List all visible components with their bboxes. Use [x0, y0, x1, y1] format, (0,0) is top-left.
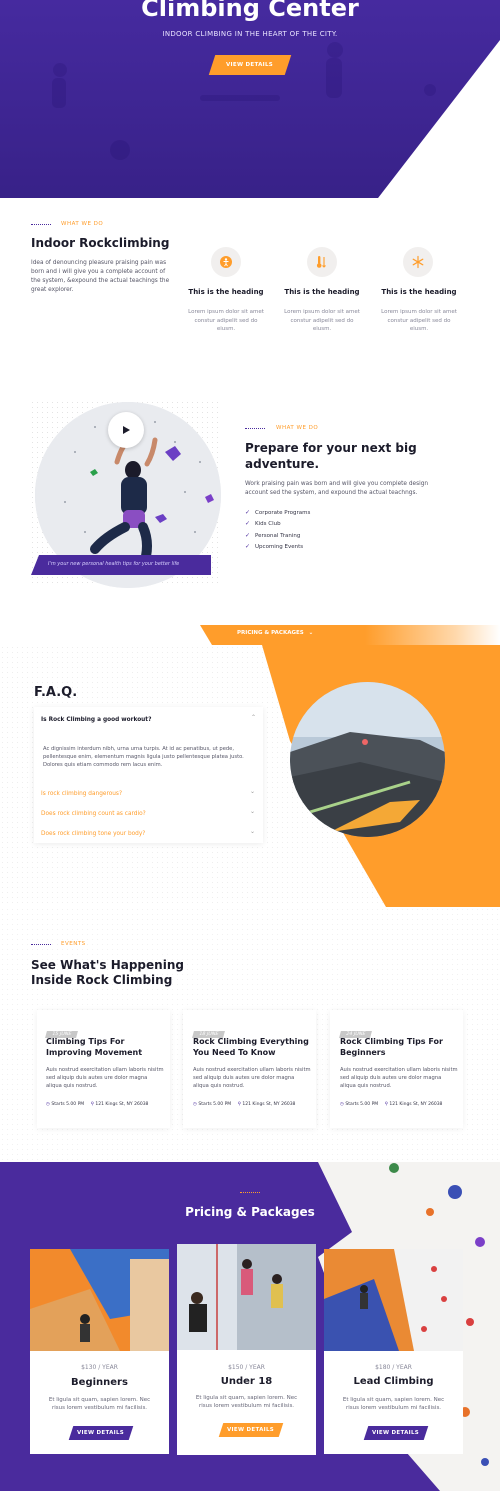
package-name: Under 18 — [220, 1376, 273, 1387]
feature-1-heading: This is the heading — [188, 288, 264, 296]
package-3-view-details-button[interactable]: VIEW DETAILS — [363, 1426, 429, 1440]
feature-1-icon-badge — [211, 247, 241, 277]
check-icon: ✓ — [245, 532, 251, 539]
feature-2-icon-badge — [307, 247, 337, 277]
package-name: Beginners — [71, 1377, 128, 1388]
clock-icon: ◷ — [46, 1102, 50, 1107]
eyebrow-dots — [245, 428, 265, 429]
package-1-photo — [30, 1249, 169, 1351]
faq-accordion — [34, 707, 263, 843]
feature-3-heading: This is the heading — [381, 288, 457, 296]
package-2-view-details-button[interactable]: VIEW DETAILS — [218, 1423, 284, 1437]
hero-subtitle: INDOOR CLIMBING IN THE HEART OF THE CITY… — [162, 30, 338, 38]
faq-question-open[interactable]: Is Rock Climbing a good workout? — [41, 717, 151, 723]
events-title-line2: Inside Rock Climbing — [31, 973, 173, 987]
thermometer-icon — [316, 256, 326, 268]
chevron-down-icon[interactable]: ⌄ — [250, 828, 255, 835]
pricing-title: Pricing & Packages — [185, 1205, 315, 1219]
what-we-do-title: Indoor Rockclimbing — [31, 236, 170, 250]
list-item: ✓ Personal Traning — [245, 532, 301, 539]
package-price: $180 / YEAR — [375, 1364, 412, 1371]
package-price: $130 / YEAR — [81, 1364, 118, 1371]
event-title[interactable]: Climbing Tips For Improving Movement — [46, 1037, 164, 1059]
events-title-line1: See What's Happening — [31, 958, 184, 972]
faq-climbing-photo — [290, 682, 445, 837]
check-icon: ✓ — [245, 520, 251, 527]
feature-3-icon-badge — [403, 247, 433, 277]
hero-button-label: VIEW DETAILS — [226, 62, 274, 68]
package-name: Lead Climbing — [353, 1376, 434, 1387]
feature-3-text: Lorem ipsum dolor sit amet constur adipe… — [381, 309, 457, 333]
adventure-eyebrow: WHAT WE DO — [276, 425, 319, 431]
snowflake-icon — [412, 255, 424, 269]
climbing-gym-image — [30, 1249, 169, 1351]
lead-climbing-image — [324, 1249, 463, 1351]
what-we-do-body: Idea of denouncing pleasure praising pai… — [31, 260, 170, 293]
eyebrow-dots — [31, 224, 51, 225]
check-icon: ✓ — [245, 509, 251, 516]
faq-title: F.A.Q. — [34, 685, 78, 700]
what-we-do-eyebrow: WHAT WE DO — [61, 221, 104, 227]
feature-1-text: Lorem ipsum dolor sit amet constur adipe… — [188, 309, 264, 333]
adventure-title: Prepare for your next big adventure. — [245, 441, 417, 472]
event-text: Auis nostrud exercitation ullam laboris … — [340, 1067, 458, 1090]
event-meta: ◷ Starts 5.00 PM ⚲ 121 Kings St, NY 2603… — [193, 1102, 296, 1107]
kids-climbing-image — [177, 1244, 316, 1350]
package-2-photo — [177, 1244, 316, 1350]
package-desc: Et ligula sit quam, sapien lorem. Nec ri… — [342, 1397, 445, 1412]
rock-climbing-image — [290, 682, 445, 837]
location-pin-icon: ⚲ — [90, 1102, 94, 1107]
faq-answer: Ac dignissim interdum nibh, urna urna tu… — [43, 746, 244, 769]
chevron-down-icon[interactable]: ⌄ — [250, 808, 255, 815]
video-play-button[interactable] — [108, 412, 144, 448]
hero-section: Climbing Center INDOOR CLIMBING IN THE H… — [0, 0, 500, 198]
hero-view-details-button[interactable]: VIEW DETAILS — [208, 55, 292, 75]
eyebrow-dots — [31, 944, 51, 945]
events-eyebrow: EVENTS — [61, 941, 86, 947]
pricing-tab-label: PRICING & PACKAGES ⌄ — [237, 630, 314, 636]
clock-icon: ◷ — [193, 1102, 197, 1107]
hero-title: Climbing Center — [141, 0, 359, 22]
event-title[interactable]: Rock Climbing Everything You Need To Kno… — [193, 1037, 311, 1059]
list-item: ✓ Corporate Programs — [245, 509, 311, 516]
chevron-down-icon: ⌄ — [308, 630, 314, 636]
package-desc: Et ligula sit quam, sapien lorem. Nec ri… — [195, 1395, 298, 1410]
event-text: Auis nostrud exercitation ullam laboris … — [46, 1067, 164, 1090]
adventure-body: Work praising pain was born and will giv… — [245, 481, 429, 496]
list-item: ✓ Kids Club — [245, 520, 281, 527]
check-icon: ✓ — [245, 543, 251, 550]
climber-icon — [220, 256, 232, 268]
event-title[interactable]: Rock Climbing Tips For Beginners — [340, 1037, 458, 1059]
eyebrow-dots — [240, 1192, 260, 1193]
package-1-view-details-button[interactable]: VIEW DETAILS — [68, 1426, 134, 1440]
feature-2-heading: This is the heading — [284, 288, 360, 296]
chevron-down-icon[interactable]: ⌄ — [250, 788, 255, 795]
package-3-photo — [324, 1249, 463, 1351]
package-desc: Et ligula sit quam, sapien lorem. Nec ri… — [48, 1397, 151, 1412]
play-icon — [123, 426, 130, 434]
feature-2-text: Lorem ipsum dolor sit amet constur adipe… — [284, 309, 360, 333]
faq-question[interactable]: Is rock climbing dangerous? — [41, 791, 122, 797]
location-pin-icon: ⚲ — [384, 1102, 388, 1107]
event-meta: ◷ Starts 5.00 PM ⚲ 121 Kings St, NY 2603… — [46, 1102, 149, 1107]
list-item: ✓ Upcoming Events — [245, 543, 304, 550]
location-pin-icon: ⚲ — [237, 1102, 241, 1107]
caption-text: I'm your new personal health tips for yo… — [48, 561, 180, 567]
package-price: $150 / YEAR — [228, 1364, 265, 1371]
event-text: Auis nostrud exercitation ullam laboris … — [193, 1067, 311, 1090]
chevron-up-icon[interactable]: ⌃ — [251, 714, 256, 721]
event-meta: ◷ Starts 5.00 PM ⚲ 121 Kings St, NY 2603… — [340, 1102, 443, 1107]
clock-icon: ◷ — [340, 1102, 344, 1107]
faq-question[interactable]: Does rock climbing tone your body? — [41, 831, 145, 837]
faq-question[interactable]: Does rock climbing count as cardio? — [41, 811, 146, 817]
